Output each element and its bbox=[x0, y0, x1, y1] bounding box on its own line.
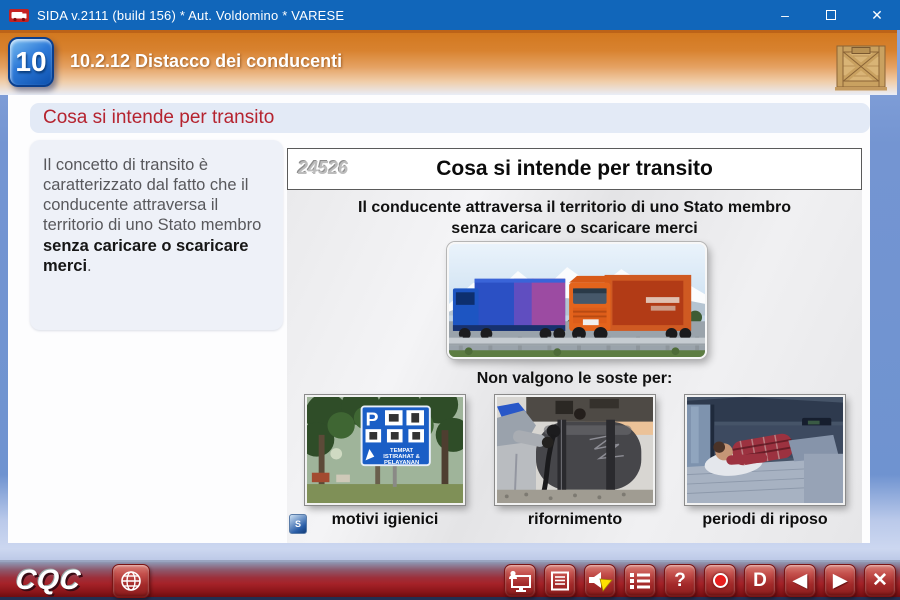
toolbar-buttons: ? D ◀ ▶ ✕ bbox=[504, 564, 896, 597]
content-panel: Cosa si intende per transito Il concetto… bbox=[8, 95, 870, 543]
trucks-highway-scene bbox=[449, 244, 705, 357]
sign-text-line2: ISTIRAHAT & bbox=[383, 454, 420, 460]
back-arrow-icon: ◀ bbox=[793, 570, 807, 591]
forward-arrow-icon: ▶ bbox=[833, 570, 847, 591]
cqc-logo: CQC bbox=[14, 564, 83, 596]
maximize-button[interactable] bbox=[808, 0, 854, 30]
bottom-toolbar: CQC bbox=[0, 560, 900, 600]
chapter-badge: 10 bbox=[8, 37, 54, 87]
titlebar: SIDA v.2111 (build 156) * Aut. Voldomino… bbox=[0, 0, 900, 30]
slide-subtitle-line1: Il conducente attraversa il territorio d… bbox=[287, 198, 862, 219]
lesson-header: 10 10.2.12 Distacco dei conducenti bbox=[0, 30, 897, 95]
app-window: SIDA v.2111 (build 156) * Aut. Voldomino… bbox=[0, 0, 900, 600]
window-controls: – ✕ bbox=[762, 0, 900, 30]
sleeping-driver-photo bbox=[687, 397, 843, 503]
slide-panel: 24526 Cosa si intende per transito Il co… bbox=[287, 148, 862, 543]
audio-button[interactable] bbox=[584, 564, 616, 597]
exit-icon: ✕ bbox=[872, 569, 888, 592]
caption-motivi-igienici: motivi igienici bbox=[305, 511, 465, 529]
chapter-number: 10 bbox=[15, 46, 46, 78]
list-icon bbox=[629, 572, 651, 590]
slide-title-bar: 24526 Cosa si intende per transito bbox=[287, 148, 862, 190]
exit-button[interactable]: ✕ bbox=[864, 564, 896, 597]
close-button[interactable]: ✕ bbox=[854, 0, 900, 30]
dictionary-button[interactable]: D bbox=[744, 564, 776, 597]
slide-code: 24526 bbox=[298, 158, 348, 179]
document-icon bbox=[550, 571, 570, 591]
lesson-description: Il concetto di transito è caratterizzato… bbox=[30, 140, 283, 330]
record-icon bbox=[713, 573, 728, 588]
sida-slide-logo-icon: S bbox=[289, 514, 307, 534]
caption-periodi-riposo: periodi di riposo bbox=[685, 511, 845, 529]
sida-mini-letter: S bbox=[295, 519, 301, 529]
back-button[interactable]: ◀ bbox=[784, 564, 816, 597]
caption-rifornimento: rifornimento bbox=[495, 511, 655, 529]
lesson-title: 10.2.12 Distacco dei conducenti bbox=[70, 51, 342, 72]
rest-area-sign-photo: P TEMPAT ISTIRAHAT & PELAYANAN bbox=[307, 397, 463, 503]
refueling-photo bbox=[497, 397, 653, 503]
forward-button[interactable]: ▶ bbox=[824, 564, 856, 597]
window-title: SIDA v.2111 (build 156) * Aut. Voldomino… bbox=[37, 8, 344, 23]
crate-icon bbox=[835, 43, 887, 91]
globe-button[interactable] bbox=[112, 564, 150, 598]
slide-subtitle: Il conducente attraversa il territorio d… bbox=[287, 198, 862, 240]
minimize-button[interactable]: – bbox=[762, 0, 808, 30]
slide-note: Non valgono le soste per: bbox=[287, 370, 862, 388]
sida-truck-icon bbox=[9, 8, 29, 23]
slide-title: Cosa si intende per transito bbox=[288, 157, 861, 181]
page-heading-label: Cosa si intende per transito bbox=[43, 107, 274, 129]
description-period: . bbox=[87, 257, 92, 275]
description-bold-text: senza caricare o scaricare merci bbox=[43, 237, 249, 275]
record-button[interactable] bbox=[704, 564, 736, 597]
maximize-icon bbox=[826, 10, 836, 20]
globe-icon bbox=[119, 569, 143, 593]
resting-photo-card bbox=[685, 395, 845, 505]
parking-letter: P bbox=[366, 410, 379, 431]
text-button[interactable] bbox=[544, 564, 576, 597]
dictionary-icon: D bbox=[753, 570, 767, 592]
description-text: Il concetto di transito è caratterizzato… bbox=[43, 156, 261, 234]
screen-button[interactable] bbox=[504, 564, 536, 597]
page-heading: Cosa si intende per transito bbox=[30, 103, 870, 133]
close-icon: ✕ bbox=[871, 7, 883, 24]
help-button[interactable]: ? bbox=[664, 564, 696, 597]
speaker-icon bbox=[587, 569, 613, 593]
rest-area-photo-card: P TEMPAT ISTIRAHAT & PELAYANAN bbox=[305, 395, 465, 505]
trucks-photo bbox=[447, 242, 707, 359]
monitor-icon bbox=[508, 570, 532, 592]
slide-subtitle-line2: senza caricare o scaricare merci bbox=[287, 219, 862, 240]
refueling-photo-card bbox=[495, 395, 655, 505]
list-button[interactable] bbox=[624, 564, 656, 597]
question-mark-icon: ? bbox=[674, 570, 686, 592]
minimize-icon: – bbox=[781, 7, 789, 23]
sign-text-line3: PELAYANAN bbox=[384, 460, 419, 466]
sign-text-line1: TEMPAT bbox=[390, 448, 414, 454]
